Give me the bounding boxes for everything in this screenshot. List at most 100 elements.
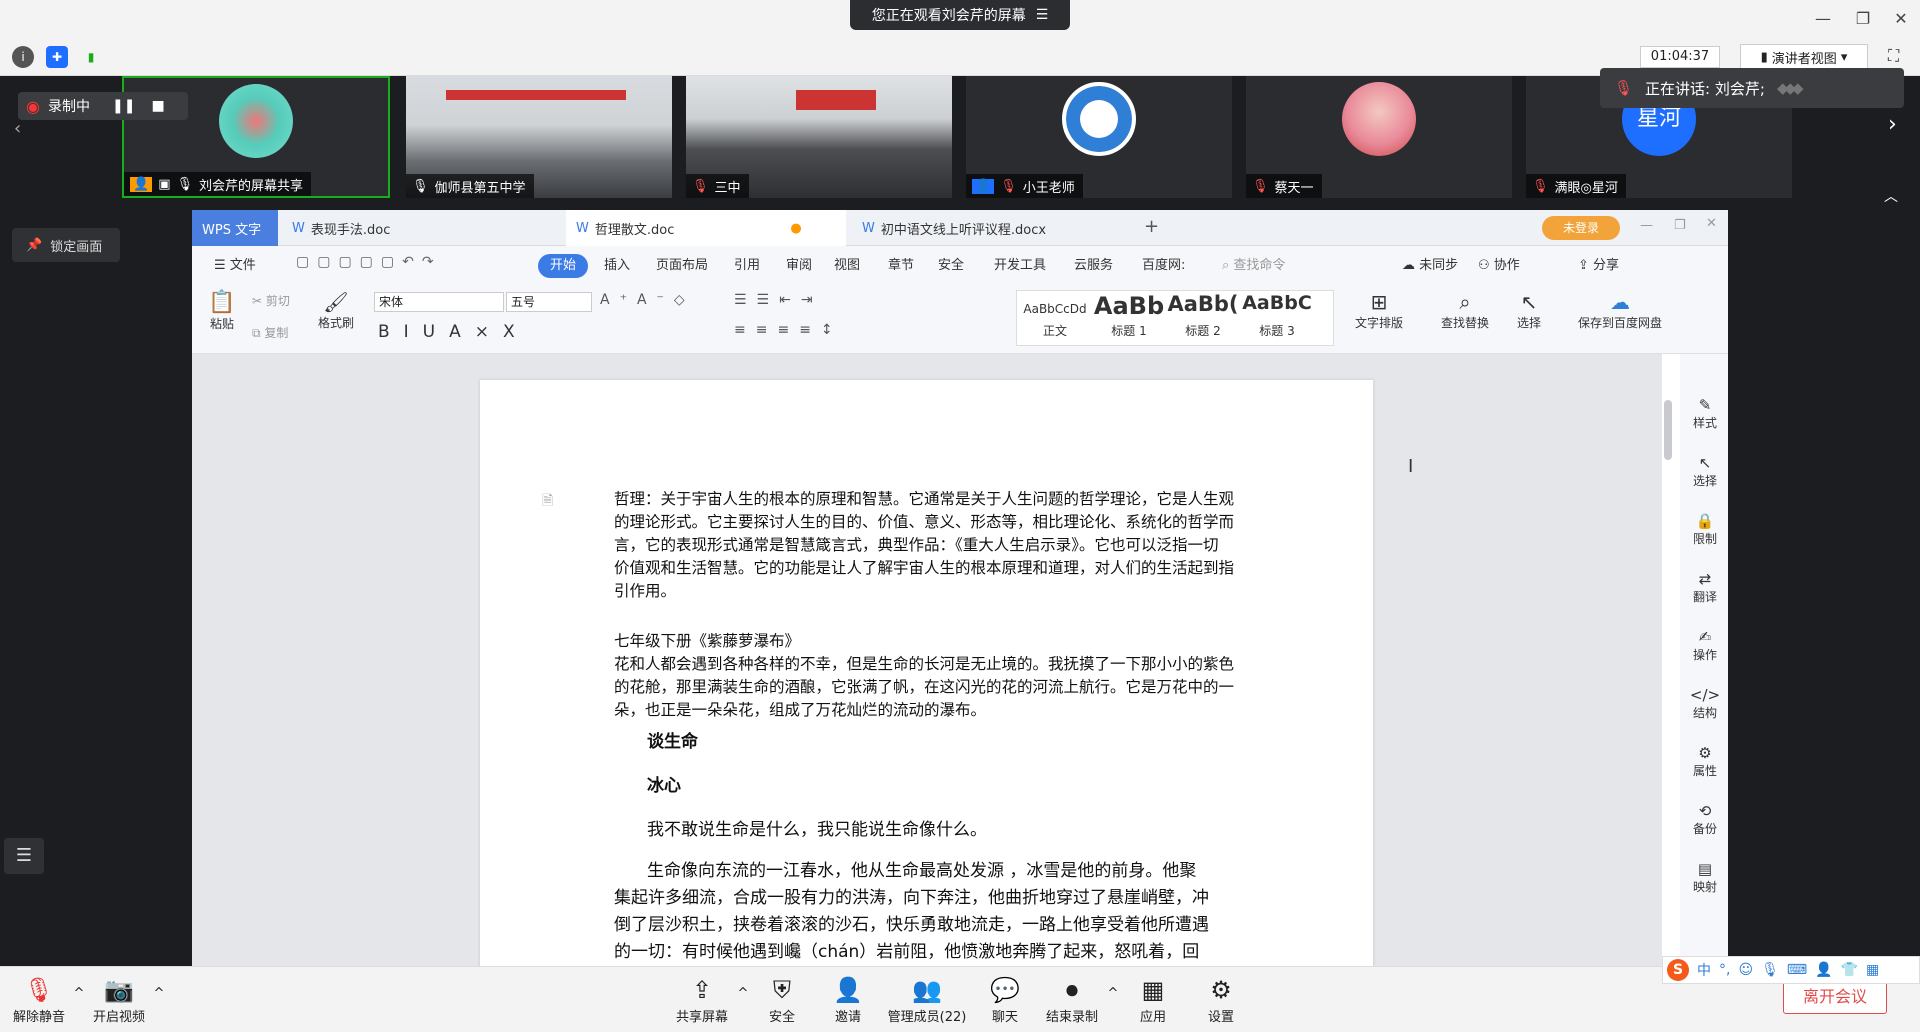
style-heading3[interactable]: AaBbC 标题 3 — [1240, 292, 1314, 339]
tab-doc[interactable]: W 初中语文线上听评议程.docx — [852, 210, 1112, 246]
signal-icon[interactable]: ▮ — [80, 46, 102, 68]
find-replace-button[interactable]: ⌕ 查找替换 — [1430, 290, 1500, 331]
view-mode-dropdown[interactable]: ▮ 演讲者视图 ▾ — [1740, 44, 1868, 70]
save-baidu-button[interactable]: ☁ 保存到百度网盘 — [1570, 290, 1670, 331]
sidebar-icon: ⟲ — [1698, 802, 1712, 820]
font-size-icons[interactable]: A⁺A⁻◇ — [600, 292, 695, 308]
avatar — [1062, 82, 1136, 156]
apps-button[interactable]: ▦ 应用 — [1126, 974, 1180, 1025]
chevron-up-icon[interactable]: ^ — [1106, 986, 1120, 1001]
close-icon[interactable]: ✕ — [1706, 216, 1717, 231]
tab-doc-active[interactable]: W 哲理散文.doc ● — [566, 210, 846, 246]
share-button[interactable]: ⇪ 分享 — [1570, 254, 1627, 278]
sidebar-label: 限制 — [1692, 532, 1717, 546]
menu-file[interactable]: ☰ 文件 — [206, 254, 264, 278]
restore-button[interactable]: ❐ — [1848, 6, 1878, 32]
chat-icon: 💬 — [990, 976, 1020, 1004]
video-tile[interactable]: 🎙 伽师县第五中学 — [406, 76, 672, 198]
sync-button[interactable]: ☁ 未同步 — [1394, 254, 1466, 278]
pause-icon[interactable]: ❚❚ — [112, 98, 135, 114]
restore-icon[interactable]: ❐ — [1674, 218, 1686, 233]
list-icon[interactable]: ☰ — [4, 838, 44, 874]
info-icon[interactable]: i — [12, 46, 34, 68]
paste-button[interactable]: 📋 粘贴 — [204, 290, 240, 332]
text-line: 价值观和生活智慧。它的功能是让人了解宇宙人生的根本原理和道理，对人们的生活起到指 — [614, 559, 1235, 577]
stop-icon[interactable]: ■ — [151, 98, 164, 114]
video-tile[interactable]: 🎙 三中 — [686, 76, 952, 198]
text-line: 的花舱，那里满装生命的酒酿，它张满了帆，在这闪光的花的河流上航行。它是万花中的一 — [614, 678, 1235, 696]
sidebar-item[interactable]: ⇄ 翻译 — [1688, 570, 1722, 605]
menu-tab[interactable]: 开始 — [538, 254, 589, 278]
style-heading1[interactable]: AaBb 标题 1 — [1092, 292, 1166, 339]
video-tile[interactable]: 👤 🎙 小王老师 — [966, 76, 1232, 198]
menu-tab[interactable]: 插入 — [596, 254, 638, 278]
sidebar-item[interactable]: ▤ 映射 — [1688, 860, 1722, 895]
sidebar-item[interactable]: ↖ 选择 — [1688, 454, 1722, 489]
sidebar-item[interactable]: ✍ 操作 — [1688, 628, 1722, 663]
menu-tab[interactable]: 开发工具 — [986, 254, 1054, 278]
scroll-thumb[interactable] — [1664, 400, 1672, 460]
menu-tab[interactable]: 安全 — [930, 254, 972, 278]
next-arrow-icon[interactable]: › — [1888, 112, 1897, 137]
menu-tab[interactable]: 云服务 — [1066, 254, 1121, 278]
format-painter-button[interactable]: 🖌 格式刷 — [314, 290, 358, 331]
size-select[interactable]: 五号 — [506, 292, 592, 312]
menu-tab[interactable]: 引用 — [726, 254, 768, 278]
quick-access-icons[interactable]: ▢▢▢▢▢↶↷ — [296, 254, 442, 270]
scrollbar[interactable] — [1662, 370, 1674, 950]
screen-share-banner[interactable]: 您正在观看刘会芹的屏幕 ☰ — [850, 0, 1070, 30]
menu-icon[interactable]: ☰ — [1036, 7, 1049, 23]
invite-button[interactable]: 👤 邀请 — [820, 974, 876, 1025]
chevron-up-icon[interactable]: ^ — [152, 986, 166, 1001]
sidebar-item[interactable]: 🔒 限制 — [1688, 512, 1722, 547]
text-cursor-icon: I — [1408, 456, 1414, 477]
fullscreen-icon[interactable]: ⛶ — [1888, 46, 1910, 68]
style-normal[interactable]: AaBbCcDd 正文 — [1022, 296, 1088, 339]
menu-tab[interactable]: 章节 — [880, 254, 922, 278]
collapse-strip-icon[interactable]: ︿ — [1884, 186, 1898, 206]
unmute-button[interactable]: 🎙 解除静音 — [10, 974, 68, 1025]
sidebar-item[interactable]: ⚙ 属性 — [1688, 744, 1722, 779]
search-command[interactable]: ⌕ 查找命令 — [1214, 254, 1293, 278]
leave-meeting-button[interactable]: 离开会议 — [1783, 980, 1887, 1014]
shield-icon[interactable]: ✚ — [46, 46, 68, 68]
select-button[interactable]: ↖ 选择 — [1504, 290, 1554, 331]
chat-button[interactable]: 💬 聊天 — [978, 974, 1032, 1025]
start-video-button[interactable]: 📷 开启视频 — [90, 974, 148, 1025]
collab-button[interactable]: ⚇ 协作 — [1470, 254, 1528, 278]
members-button[interactable]: 👥 管理成员(22) — [884, 974, 970, 1025]
cut-button[interactable]: ✂ 剪切 — [252, 292, 290, 309]
menu-tab[interactable]: 审阅 — [778, 254, 820, 278]
chevron-up-icon[interactable]: ^ — [72, 986, 86, 1001]
text-layout-button[interactable]: ⊞ 文字排版 — [1344, 290, 1414, 331]
login-button[interactable]: 未登录 — [1542, 216, 1620, 240]
copy-button[interactable]: ⧉ 复制 — [252, 324, 288, 341]
sidebar-item[interactable]: </> 结构 — [1688, 686, 1722, 721]
ime-toolbar[interactable]: S 中 °, ☺ 🎙 ⌨ 👤 👕 ▦ — [1662, 956, 1920, 984]
share-screen-button[interactable]: ⇪ 共享屏幕 — [672, 974, 732, 1025]
new-tab-icon[interactable]: + — [1144, 216, 1159, 237]
close-button[interactable]: ✕ — [1886, 6, 1916, 32]
video-tile[interactable]: 🎙 蔡天一 — [1246, 76, 1512, 198]
menu-tab[interactable]: 页面布局 — [648, 254, 716, 278]
chevron-up-icon[interactable]: ^ — [736, 986, 750, 1001]
text-format-icons[interactable]: BIUA×X — [378, 322, 529, 342]
sidebar-item[interactable]: ✎ 样式 — [1688, 396, 1722, 431]
minimize-icon[interactable]: — — [1640, 218, 1653, 233]
tile-label: 🎙 伽师县第五中学 — [406, 174, 534, 198]
tab-wps-app[interactable]: WPS 文字 — [192, 210, 278, 246]
style-heading2[interactable]: AaBb(标题 2 — [1166, 292, 1240, 339]
menu-tab[interactable]: 百度网: — [1134, 254, 1193, 278]
lock-screen-button[interactable]: 📌 锁定画面 — [12, 228, 120, 262]
font-select[interactable]: 宋体 — [374, 292, 504, 312]
menu-tab[interactable]: 视图 — [826, 254, 868, 278]
tab-doc[interactable]: W 表现手法.doc — [282, 210, 562, 246]
settings-button[interactable]: ⚙ 设置 — [1194, 974, 1248, 1025]
list-icons[interactable]: ☰☰⇤⇥ — [734, 292, 823, 308]
sidebar-item[interactable]: ⟲ 备份 — [1688, 802, 1722, 837]
align-icons[interactable]: ≡≡≡≡↕ — [734, 322, 843, 338]
minimize-button[interactable]: — — [1808, 6, 1838, 32]
end-recording-button[interactable]: ⏺ 结束录制 — [1040, 974, 1104, 1025]
prev-arrow-icon[interactable]: ‹ — [14, 118, 21, 139]
security-button[interactable]: ⛨ 安全 — [754, 974, 810, 1025]
